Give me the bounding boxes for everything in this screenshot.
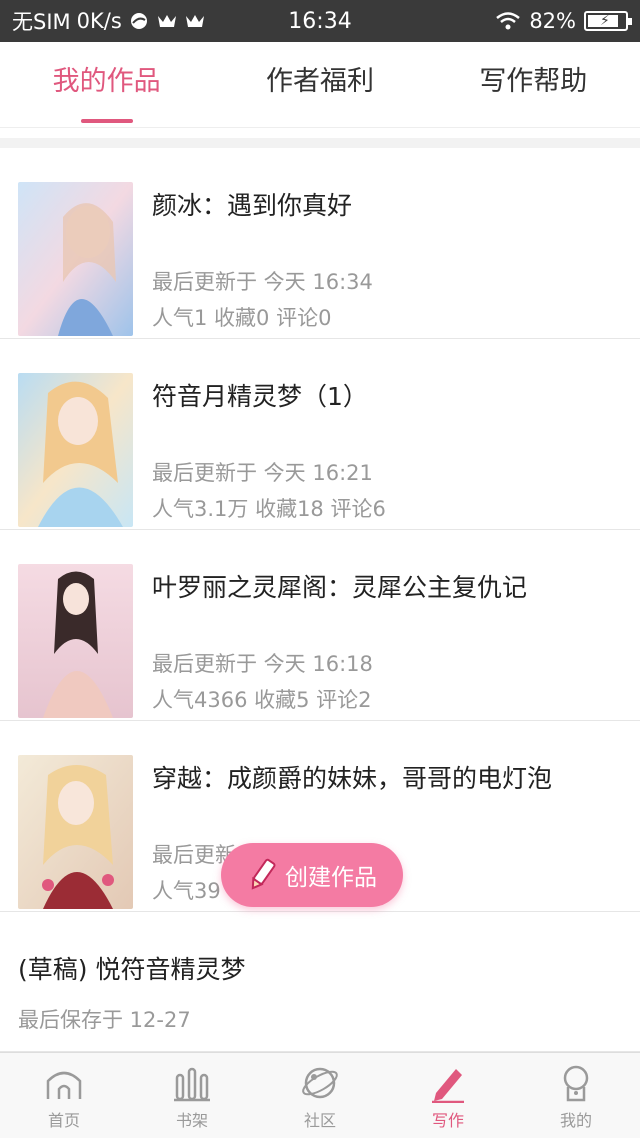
bookshelf-icon [174,1067,210,1102]
status-left: 无SIM 0K/s [12,6,495,36]
tab-my-works[interactable]: 我的作品 [0,42,213,127]
app-notification-icon [130,13,147,29]
bottom-nav: 首页 书架 社区 写作 我的 [0,1052,640,1138]
wifi-icon [496,12,521,30]
nav-home-label: 首页 [47,1111,80,1130]
charging-icon: ⚡ [600,13,610,29]
nav-bookshelf[interactable]: 书架 [128,1053,256,1138]
work-stats: 人气4366 收藏5 评论2 [152,688,372,712]
status-right: 82% ⚡ [495,9,632,33]
tab-author-benefits[interactable]: 作者福利 [213,42,426,127]
draft-title: (草稿) 悦符音精灵梦 [18,955,246,984]
work-title: 颜冰：遇到你真好 [152,191,353,220]
status-bar: 无SIM 0K/s 16:34 82% ⚡ [0,0,640,42]
nav-write-label: 写作 [431,1111,464,1130]
work-updated-time: 最后更新于 今天 16:34 [152,270,373,294]
work-item[interactable]: 符音月精灵梦（1） 最后更新于 今天 16:21 人气3.1万 收藏18 评论6 [0,339,640,530]
create-work-label: 创建作品 [285,865,377,891]
nav-profile[interactable]: 我的 [512,1053,640,1138]
nav-profile-label: 我的 [559,1111,592,1130]
work-stats: 人气1 收藏0 评论0 [152,306,332,330]
home-icon [46,1071,82,1099]
tab-writing-help[interactable]: 写作帮助 [427,42,640,127]
works-list: 颜冰：遇到你真好 最后更新于 今天 16:34 人气1 收藏0 评论0 符音月精… [0,148,640,912]
work-updated-time: 最后更新于 今天 16:18 [152,652,373,676]
work-title: 符音月精灵梦（1） [152,382,368,411]
profile-icon [563,1065,589,1102]
section-divider [0,138,640,148]
draft-item[interactable]: (草稿) 悦符音精灵梦 最后保存于 12-27 [0,928,640,1052]
pencil-icon [251,858,276,890]
work-stats: 人气39 [152,879,221,903]
battery-percent: 82% [529,9,576,33]
work-item[interactable]: 叶罗丽之灵犀阁：灵犀公主复仇记 最后更新于 今天 16:18 人气4366 收藏… [0,530,640,721]
crown-icon [157,15,176,27]
work-title: 穿越：成颜爵的妹妹，哥哥的电灯泡 [152,764,553,793]
crown-icon [185,15,204,27]
create-work-button[interactable]: 创建作品 [221,843,403,907]
book-cover [18,755,133,909]
work-title: 叶罗丽之灵犀阁：灵犀公主复仇记 [152,573,528,602]
nav-bookshelf-label: 书架 [175,1111,208,1130]
battery-icon: ⚡ [584,11,632,31]
nav-write[interactable]: 写作 [384,1053,512,1138]
nav-home[interactable]: 首页 [0,1053,128,1138]
work-stats: 人气3.1万 收藏18 评论6 [152,497,386,521]
planet-icon [302,1067,338,1099]
book-cover [18,564,133,718]
carrier-label: 无SIM [12,10,71,34]
work-updated-time: 最后更新于 今天 16:21 [152,461,373,485]
pen-icon [432,1069,464,1103]
book-cover [18,182,133,336]
book-cover [18,373,133,527]
network-speed: 0K/s [76,9,122,33]
work-item[interactable]: 颜冰：遇到你真好 最后更新于 今天 16:34 人气1 收藏0 评论0 [0,148,640,339]
nav-community[interactable]: 社区 [256,1053,384,1138]
top-tabs: 我的作品 作者福利 写作帮助 [0,42,640,128]
draft-saved-time: 最后保存于 12-27 [18,1008,191,1032]
nav-community-label: 社区 [303,1111,336,1130]
